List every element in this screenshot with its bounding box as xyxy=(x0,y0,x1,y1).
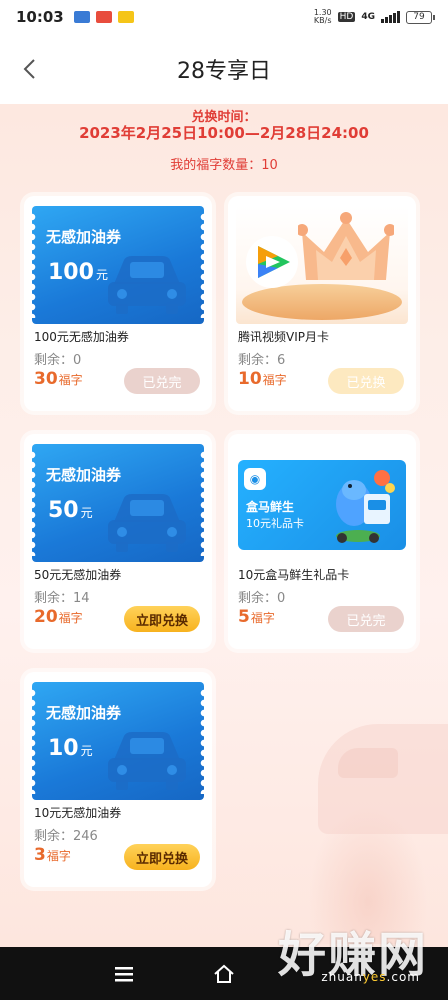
exchange-time: 2023年2月25日10:00—2月28日24:00 xyxy=(79,124,369,142)
price-value: 3 xyxy=(34,845,46,865)
hippo-mascot-icon xyxy=(336,470,395,543)
price-value: 30 xyxy=(34,369,58,389)
battery-level: 79 xyxy=(413,12,425,22)
home-icon[interactable] xyxy=(212,962,236,986)
tencent-video-logo xyxy=(246,236,298,288)
network-speed: 1.30 KB/s xyxy=(313,8,332,25)
title-bar: 28专享日 xyxy=(0,34,448,104)
chevron-left-icon xyxy=(23,59,35,79)
car-icon xyxy=(108,494,186,552)
reward-remaining: 剩余：246 xyxy=(34,829,98,844)
fuel-ticket-image: 无感加油券 100 元 xyxy=(32,206,204,324)
price-value: 10 xyxy=(238,369,262,389)
price-value: 20 xyxy=(34,607,58,627)
sold-out-button[interactable]: 已兑完 xyxy=(328,606,404,632)
reward-name: 100元无感加油券 xyxy=(34,330,129,344)
redeem-button[interactable]: 立即兑换 xyxy=(124,844,200,870)
hema-subtitle: 10元礼品卡 xyxy=(246,517,304,530)
redeem-button[interactable]: 立即兑换 xyxy=(124,606,200,632)
reward-remaining: 剩余：6 xyxy=(238,353,286,368)
ticket-label: 无感加油券 xyxy=(46,228,122,246)
hema-gift-card-image: ◉ 盒马鲜生 10元礼品卡 xyxy=(236,444,408,562)
reward-card[interactable]: 无感加油券 100 元 100元无感加油券 剩余：0 30 福字 已兑完 xyxy=(24,196,212,411)
hema-logo-icon: ◉ xyxy=(244,468,266,490)
reward-price: 5 福字 xyxy=(238,607,275,627)
reward-name: 10元盒马鲜生礼品卡 xyxy=(238,568,350,582)
reward-price: 20 福字 xyxy=(34,607,83,627)
reward-name: 50元无感加油券 xyxy=(34,568,122,582)
page-title: 28专享日 xyxy=(177,59,271,84)
sold-out-button[interactable]: 已兑完 xyxy=(124,368,200,394)
watermark-url: zhuanyes.com xyxy=(321,970,420,984)
notification-icon xyxy=(73,11,90,23)
reward-name: 10元无感加油券 xyxy=(34,806,122,820)
ticket-amount: 50 xyxy=(48,498,79,523)
network-type: 4G xyxy=(361,12,375,22)
menu-icon[interactable] xyxy=(112,962,136,986)
watermark-url-part: zhuan xyxy=(321,970,363,984)
signal-icon xyxy=(381,11,400,23)
reward-name: 腾讯视频VIP月卡 xyxy=(238,330,329,344)
price-unit: 福字 xyxy=(58,373,83,387)
watermark-url-highlight: yes xyxy=(362,970,387,984)
reward-price: 3 福字 xyxy=(34,845,71,865)
hema-title: 盒马鲜生 xyxy=(246,500,295,514)
crown-icon xyxy=(298,212,394,280)
reward-remaining: 剩余：14 xyxy=(34,591,90,606)
price-unit: 福字 xyxy=(262,373,287,387)
reward-card[interactable]: 无感加油券 50 元 50元无感加油券 剩余：14 20 福字 立即兑换 xyxy=(24,434,212,649)
notification-icon xyxy=(95,11,112,23)
car-icon xyxy=(108,256,186,314)
hd-badge: HD xyxy=(337,12,356,22)
fuel-ticket-image: 无感加油券 50 元 xyxy=(32,444,204,562)
ticket-label: 无感加油券 xyxy=(46,704,122,722)
price-unit: 福字 xyxy=(58,611,83,625)
status-time: 10:03 xyxy=(16,8,64,26)
reward-card[interactable]: 腾讯视频VIP月卡 剩余：6 10 福字 已兑换 xyxy=(228,196,416,411)
reward-card[interactable]: ◉ 盒马鲜生 10元礼品卡 10元盒马鲜生礼品卡 剩余：0 5 福字 已兑完 xyxy=(228,434,416,649)
price-value: 5 xyxy=(238,607,250,627)
price-unit: 福字 xyxy=(250,611,275,625)
reward-card[interactable]: 无感加油券 10 元 10元无感加油券 剩余：246 3 福字 立即兑换 xyxy=(24,672,212,887)
ticket-unit: 元 xyxy=(80,744,93,758)
reward-price: 10 福字 xyxy=(238,369,287,389)
status-bar: 10:03 1.30 KB/s HD 4G 79 xyxy=(0,0,448,34)
tencent-video-image xyxy=(236,206,408,324)
ticket-amount: 100 xyxy=(48,260,94,285)
notification-icon xyxy=(117,11,134,23)
back-button[interactable] xyxy=(18,58,40,80)
car-icon xyxy=(108,732,186,790)
ticket-label: 无感加油券 xyxy=(46,466,122,484)
reward-price: 30 福字 xyxy=(34,369,83,389)
price-unit: 福字 xyxy=(46,849,71,863)
reward-remaining: 剩余：0 xyxy=(238,591,286,606)
fuel-ticket-image: 无感加油券 10 元 xyxy=(32,682,204,800)
main-content: 兑换时间： 2023年2月25日10:00—2月28日24:00 我的福字数量：… xyxy=(0,104,448,947)
ticket-amount: 10 xyxy=(48,736,79,761)
fu-count: 我的福字数量：10 xyxy=(170,158,278,173)
reward-remaining: 剩余：0 xyxy=(34,353,82,368)
redeemed-button[interactable]: 已兑换 xyxy=(328,368,404,394)
watermark-url-part: .com xyxy=(386,970,420,984)
ticket-unit: 元 xyxy=(80,506,93,520)
battery-icon: 79 xyxy=(406,10,435,24)
